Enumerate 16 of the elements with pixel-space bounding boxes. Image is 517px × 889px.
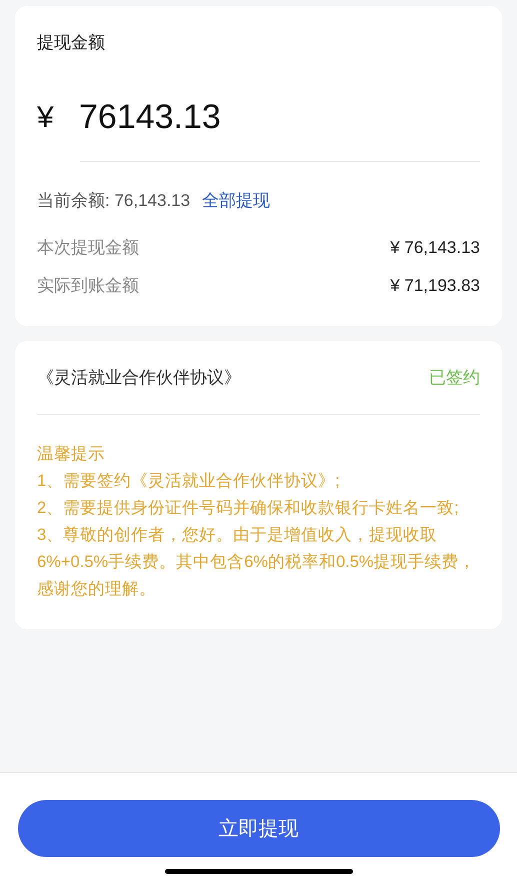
withdraw-button[interactable]: 立即提现: [18, 800, 500, 857]
row-label: 本次提现金额: [37, 237, 139, 259]
row-label: 实际到账金额: [37, 274, 139, 296]
sign-status: 已签约: [429, 366, 480, 389]
currency-symbol: ¥: [37, 100, 55, 136]
balance-text: 当前余额: 76,143.13: [37, 190, 190, 212]
withdraw-all-link[interactable]: 全部提现: [202, 188, 270, 213]
row-value: ¥ 76,143.13: [390, 237, 480, 259]
tip-text: 1、需要签约《灵活就业合作伙伴协议》;: [37, 471, 341, 492]
amount-value: 76143.13: [79, 96, 222, 138]
tip-text: 2、需要提供身份证件号码并确保和收款银行卡姓名一致;: [37, 498, 460, 519]
card-title: 提现金额: [37, 32, 106, 54]
agreement-link[interactable]: 《灵活就业合作伙伴协议》: [37, 364, 241, 390]
tip-text: 3、尊敬的创作者，您好。由于是增值收入，提现收取6%+0.5%手续费。其中包含6%的税率和0.5%提现手续费，感谢您的理解。: [37, 525, 477, 600]
tips-title: 温馨提示: [37, 444, 106, 465]
row-value: ¥ 71,193.83: [390, 274, 480, 296]
